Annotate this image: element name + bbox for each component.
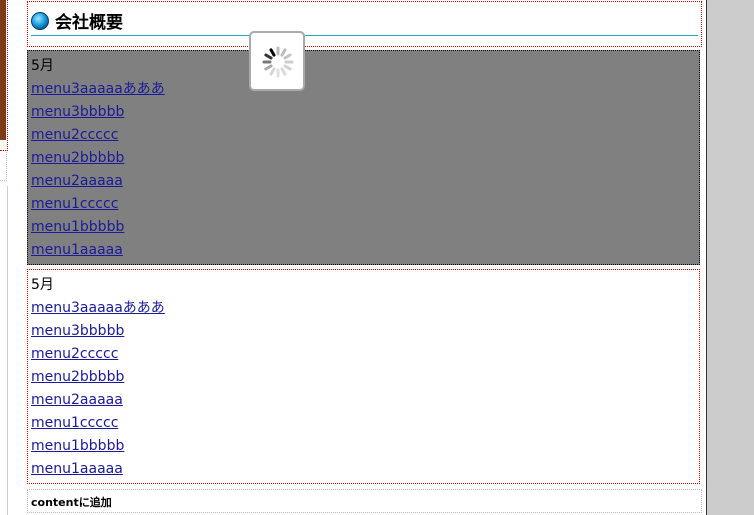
globe-icon bbox=[31, 11, 49, 30]
loading-spinner-icon bbox=[262, 46, 294, 78]
left-border-line bbox=[0, 186, 8, 515]
menu-link[interactable]: menu1bbbbb bbox=[31, 435, 696, 458]
menu-list: 5月 menu3aaaaaあああ menu3bbbbb menu2ccccc m… bbox=[27, 269, 700, 484]
menu-link[interactable]: menu1aaaaa bbox=[31, 239, 696, 262]
menu-link[interactable]: menu1bbbbb bbox=[31, 216, 696, 239]
menu-link[interactable]: menu3bbbbb bbox=[31, 320, 696, 343]
right-gutter bbox=[707, 0, 754, 515]
title-underline bbox=[31, 35, 698, 36]
month-label: 5月 bbox=[31, 58, 54, 74]
menu-link[interactable]: menu2bbbbb bbox=[31, 366, 696, 389]
month-label: 5月 bbox=[31, 277, 54, 293]
menu-link[interactable]: menu2ccccc bbox=[31, 124, 696, 147]
menu-link[interactable]: menu1aaaaa bbox=[31, 458, 696, 481]
menu-link[interactable]: menu3bbbbb bbox=[31, 101, 696, 124]
title-block: 会社概要 bbox=[27, 1, 702, 47]
menu-link[interactable]: menu2aaaaa bbox=[31, 170, 696, 193]
left-dotted-frame bbox=[0, 0, 8, 151]
menu-link[interactable]: menu2ccccc bbox=[31, 343, 696, 366]
menu-link[interactable]: menu2bbbbb bbox=[31, 147, 696, 170]
page-title-row: 会社概要 bbox=[31, 8, 123, 33]
menu-link[interactable]: menu1ccccc bbox=[31, 412, 696, 435]
menu-link[interactable]: menu3aaaaaあああ bbox=[31, 78, 696, 101]
menu-link[interactable]: menu3aaaaaあああ bbox=[31, 297, 696, 320]
left-dotted-frame-2 bbox=[0, 150, 7, 181]
menu-link[interactable]: menu1ccccc bbox=[31, 193, 696, 216]
add-content-area[interactable]: contentに追加 bbox=[27, 489, 702, 513]
add-content-label[interactable]: contentに追加 bbox=[31, 494, 112, 510]
menu-link[interactable]: menu2aaaaa bbox=[31, 389, 696, 412]
highlighted-menu-list[interactable]: 5月 menu3aaaaaあああ menu3bbbbb menu2ccccc m… bbox=[27, 50, 700, 265]
loading-overlay bbox=[249, 31, 305, 91]
page-title: 会社概要 bbox=[55, 13, 123, 33]
